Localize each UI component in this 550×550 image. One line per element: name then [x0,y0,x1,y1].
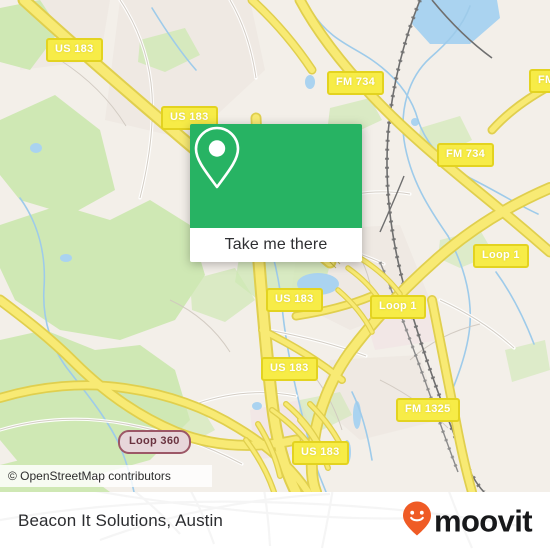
moovit-place-map-screen: US 183 US 183 FM 734 FM FM 734 Loop 1 Lo… [0,0,550,550]
road-shield-us183-mid: US 183 [261,357,318,381]
moovit-brand[interactable]: moovit [402,501,533,542]
place-title: Beacon It Solutions, Austin [18,511,223,530]
road-shield-fm734-right: FM 734 [437,143,495,167]
road-shield-loop360: Loop 360 [118,430,191,454]
footer-bar: Beacon It Solutions, Austin moovit [0,492,550,550]
road-shield-fm1325: FM 1325 [396,398,460,422]
road-shield-loop1-right: Loop 1 [473,244,529,268]
moovit-smiley-pin-icon [402,501,432,542]
popup-action-area[interactable]: Take me there [190,228,362,262]
map-canvas[interactable]: US 183 US 183 FM 734 FM FM 734 Loop 1 Lo… [0,0,550,492]
take-me-there-label: Take me there [224,236,328,253]
attribution-text: © OpenStreetMap contributors [8,469,171,483]
road-shield-loop1-center: Loop 1 [370,295,426,319]
road-shield-fm734-top: FM 734 [327,71,385,95]
map-attribution[interactable]: © OpenStreetMap contributors [0,465,212,487]
place-popup-card[interactable]: Take me there [190,124,362,262]
moovit-wordmark: moovit [433,503,533,539]
road-shield-us183-bottom: US 183 [292,441,349,465]
road-shield-fm-clipped: FM [529,69,550,93]
road-shield-us183-center: US 183 [266,288,323,312]
popup-image-area [190,124,362,228]
road-shield-us183-nw: US 183 [46,38,103,62]
